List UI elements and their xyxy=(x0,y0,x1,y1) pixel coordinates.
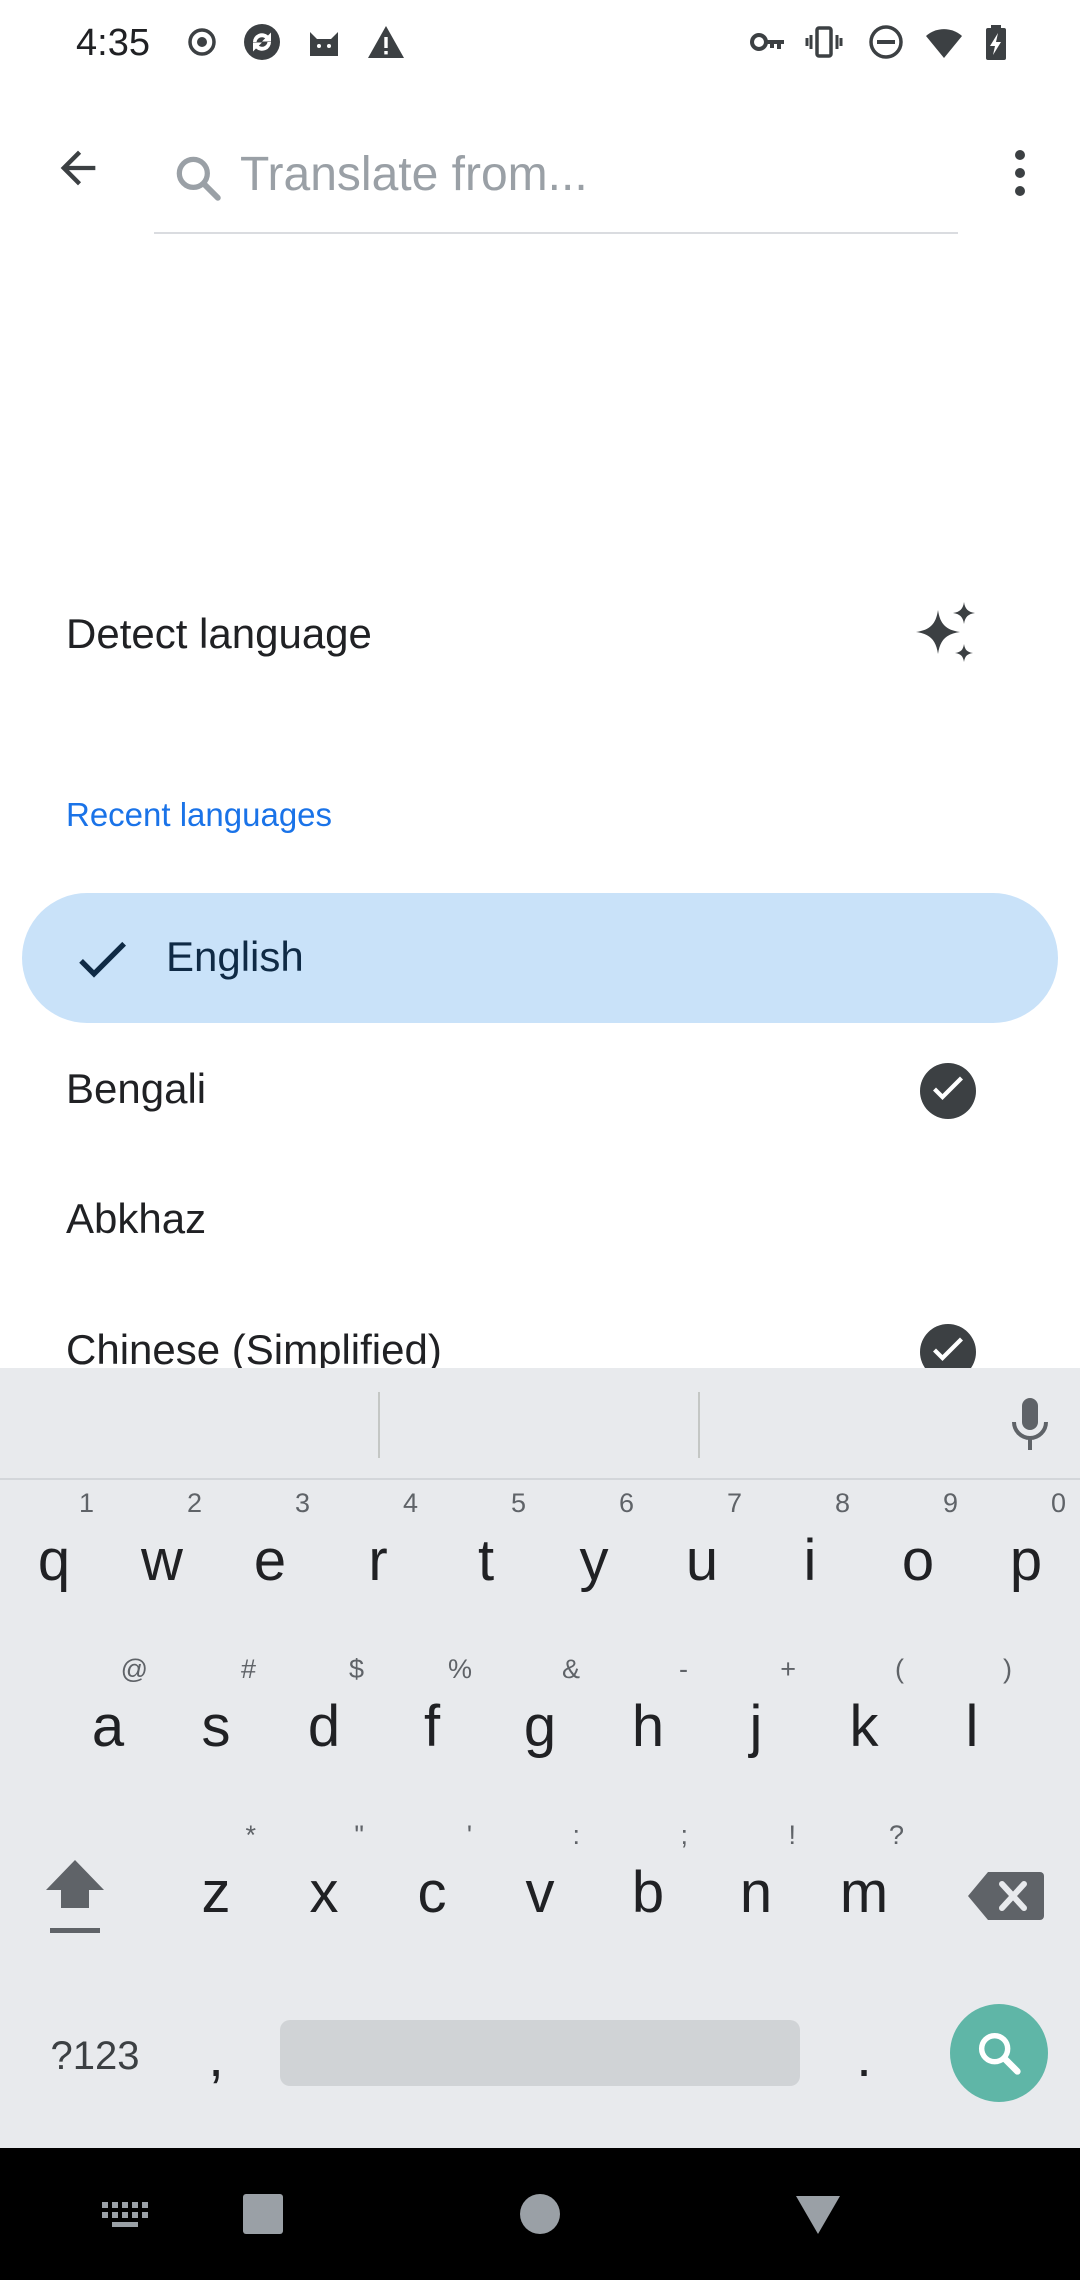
key-q[interactable]: q1 xyxy=(0,1480,108,1630)
period-key[interactable]: . xyxy=(824,2006,904,2106)
record-icon xyxy=(180,20,224,64)
search-action-key[interactable] xyxy=(950,2004,1048,2102)
back-nav-icon xyxy=(796,2196,840,2234)
sync-app-icon xyxy=(240,20,284,64)
wifi-icon xyxy=(922,20,966,64)
key-s[interactable]: s # xyxy=(162,1646,270,1796)
key-p[interactable]: p0 xyxy=(972,1480,1080,1630)
language-item-english[interactable]: English xyxy=(22,893,1058,1023)
mic-icon[interactable] xyxy=(1000,1392,1060,1458)
downloaded-check-icon xyxy=(920,1063,976,1119)
language-item-abkhaz[interactable]: Abkhaz xyxy=(0,1155,1080,1285)
key-v[interactable]: v: xyxy=(486,1812,594,1962)
more-vert-icon xyxy=(1015,150,1025,196)
keyboard: q1 w2 e3 r4 t5 y6 u7 i8 o9 p0 a @ s # d $ f… xyxy=(0,1368,1080,2148)
space-key[interactable] xyxy=(280,2020,800,2086)
do-not-disturb-icon xyxy=(864,20,908,64)
key-g[interactable]: g & xyxy=(486,1646,594,1796)
language-label: English xyxy=(166,933,304,980)
suggestion-bar xyxy=(0,1368,1080,1480)
search-box[interactable] xyxy=(154,120,958,234)
backspace-icon xyxy=(968,1872,1044,1920)
shift-icon xyxy=(46,1860,104,1933)
search-icon xyxy=(176,156,221,201)
search-input[interactable] xyxy=(240,142,940,206)
key-u[interactable]: u7 xyxy=(648,1480,756,1630)
key-m[interactable]: m? xyxy=(810,1812,918,1962)
key-z[interactable]: z * xyxy=(162,1812,270,1962)
key-f[interactable]: f% xyxy=(378,1646,486,1796)
key-b[interactable]: b; xyxy=(594,1812,702,1962)
key-j[interactable]: j + xyxy=(702,1646,810,1796)
key-l[interactable]: l) xyxy=(918,1646,1026,1796)
key-a[interactable]: a @ xyxy=(54,1646,162,1796)
suggestion-divider xyxy=(378,1392,380,1458)
home-icon xyxy=(520,2194,560,2234)
recents-icon xyxy=(243,2194,283,2234)
key-o[interactable]: o9 xyxy=(864,1480,972,1630)
comma-key[interactable]: , xyxy=(176,2006,256,2106)
suggestion-divider xyxy=(698,1392,700,1458)
keyboard-switch-button[interactable] xyxy=(88,2178,160,2250)
more-options-button[interactable] xyxy=(990,138,1050,208)
key-e[interactable]: e3 xyxy=(216,1480,324,1630)
recents-button[interactable] xyxy=(227,2178,299,2250)
vibrate-icon xyxy=(802,20,846,64)
language-label: Bengali xyxy=(66,1065,207,1112)
cat-app-icon xyxy=(302,20,346,64)
arrow-back-icon xyxy=(60,150,96,186)
key-n[interactable]: n! xyxy=(702,1812,810,1962)
alert-icon xyxy=(364,20,408,64)
detect-language-item[interactable]: Detect language xyxy=(0,580,1080,690)
key-k[interactable]: k( xyxy=(810,1646,918,1796)
key-i[interactable]: i8 xyxy=(756,1480,864,1630)
status-bar: 4:35 xyxy=(0,0,1080,86)
check-icon xyxy=(79,941,126,978)
back-button[interactable] xyxy=(40,130,116,206)
backspace-key[interactable] xyxy=(960,1844,1050,1994)
symbols-key[interactable]: ?123 xyxy=(30,2006,160,2106)
status-time: 4:35 xyxy=(76,22,150,64)
language-label: Abkhaz xyxy=(66,1195,207,1242)
detect-language-label: Detect language xyxy=(66,610,372,657)
key-x[interactable]: x " xyxy=(270,1812,378,1962)
navigation-bar xyxy=(0,2148,1080,2280)
key-d[interactable]: d $ xyxy=(270,1646,378,1796)
keyboard-switch-icon xyxy=(102,2202,148,2227)
key-h[interactable]: h- xyxy=(594,1646,702,1796)
key-w[interactable]: w2 xyxy=(108,1480,216,1630)
shift-key[interactable] xyxy=(30,1844,120,1994)
home-button[interactable] xyxy=(504,2178,576,2250)
back-nav-button[interactable] xyxy=(782,2178,854,2250)
language-item-bengali[interactable]: Bengali xyxy=(0,1025,1080,1155)
sparkle-icon xyxy=(916,602,975,662)
battery-charging-icon xyxy=(974,20,1018,64)
recent-languages-header: Recent languages xyxy=(66,796,333,833)
key-t[interactable]: t5 xyxy=(432,1480,540,1630)
key-c[interactable]: c ' xyxy=(378,1812,486,1962)
language-label: Chinese (Simplified) xyxy=(66,1326,442,1373)
key-y[interactable]: y6 xyxy=(540,1480,648,1630)
key-r[interactable]: r4 xyxy=(324,1480,432,1630)
vpn-key-icon xyxy=(746,20,790,64)
search-icon xyxy=(978,2032,1021,2075)
screen: 4:35 Translate from... Detect language R… xyxy=(0,0,1080,2280)
